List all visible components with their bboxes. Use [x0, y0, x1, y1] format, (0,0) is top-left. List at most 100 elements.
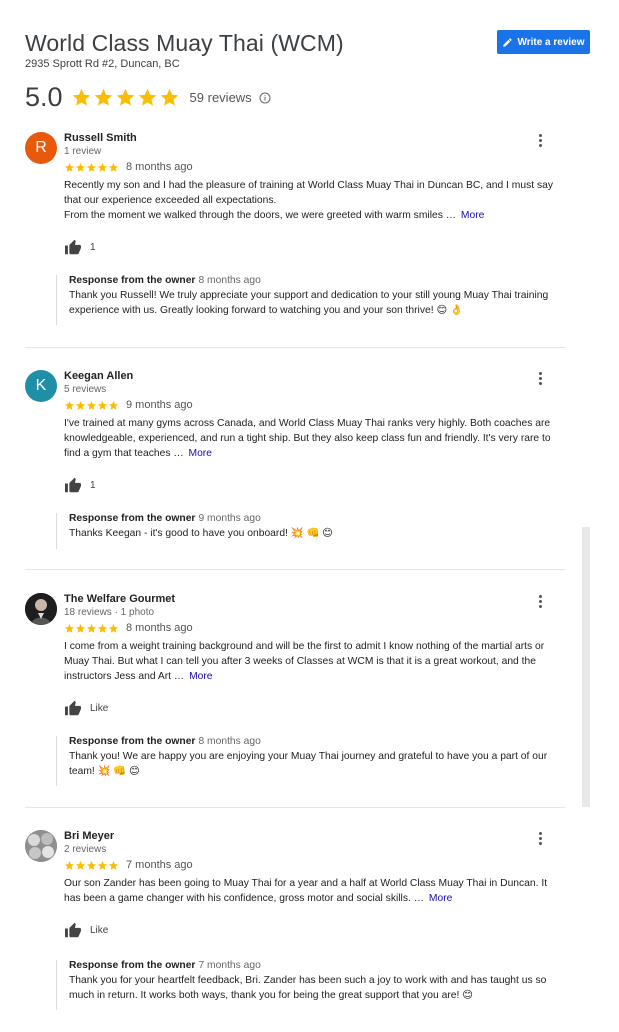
more-link[interactable]: More — [461, 210, 484, 221]
star-icon — [86, 400, 97, 410]
business-header: World Class Muay Thai (WCM) 2935 Sprott … — [25, 30, 595, 70]
owner-response-label: Response from the owner — [69, 275, 196, 286]
star-icon — [64, 623, 75, 633]
review-rating: 7 months ago — [64, 859, 193, 871]
like-count: 1 — [90, 479, 96, 491]
owner-response-date: 9 months ago — [198, 513, 261, 524]
star-icon — [75, 623, 86, 633]
owner-response-label: Response from the owner — [69, 960, 196, 971]
review-rating: 9 months ago — [64, 399, 193, 411]
more-link[interactable]: More — [189, 448, 212, 459]
owner-response-text: Thank you for your heartfelt feedback, B… — [69, 975, 547, 1001]
like-button[interactable]: 1 — [64, 239, 96, 255]
star-icon — [64, 860, 75, 870]
business-address: 2935 Sprott Rd #2, Duncan, BC — [25, 58, 180, 70]
owner-response-label: Response from the owner — [69, 736, 196, 747]
review-stars — [64, 623, 119, 634]
owner-response-date: 7 months ago — [198, 960, 261, 971]
like-button[interactable]: Like — [64, 700, 108, 716]
avatar[interactable]: R — [25, 132, 57, 164]
thumbs-up-icon — [65, 477, 81, 493]
star-icon — [108, 162, 119, 172]
divider — [25, 347, 565, 348]
review-rating: 8 months ago — [64, 622, 193, 634]
more-vert-icon[interactable] — [535, 372, 545, 388]
review-text-para: Recently my son and I had the pleasure o… — [64, 180, 553, 206]
star-icon — [94, 88, 112, 106]
star-icon — [75, 162, 86, 172]
review-date: 7 months ago — [126, 859, 193, 871]
reviewer-meta: 5 reviews — [64, 384, 107, 395]
avatar[interactable] — [25, 593, 57, 625]
reviewer-name[interactable]: Bri Meyer — [64, 830, 114, 842]
star-icon — [75, 860, 86, 870]
star-icon — [108, 400, 119, 410]
owner-response: Response from the owner 8 months ago Than… — [56, 736, 556, 786]
info-icon[interactable] — [259, 92, 271, 104]
review-count: 59 reviews — [189, 90, 252, 105]
reviewer-name[interactable]: Russell Smith — [64, 132, 137, 144]
reviewer-name[interactable]: Keegan Allen — [64, 370, 133, 382]
star-icon — [116, 88, 134, 106]
star-icon — [160, 88, 178, 106]
like-label: Like — [90, 702, 109, 714]
reviewer-meta: 1 review — [64, 146, 102, 157]
avatar[interactable]: K — [25, 370, 57, 402]
star-icon — [64, 400, 75, 410]
star-icon — [86, 162, 97, 172]
review-text: Our son Zander has been going to Muay Th… — [64, 876, 564, 906]
star-icon — [86, 623, 97, 633]
review-stars — [64, 400, 119, 411]
review-text-para: I've trained at many gyms across Canada,… — [64, 418, 551, 459]
owner-response-label: Response from the owner — [69, 513, 196, 524]
pencil-icon — [503, 37, 513, 47]
avatar-initial: R — [35, 139, 47, 156]
more-link[interactable]: More — [189, 671, 212, 682]
review-date: 9 months ago — [126, 399, 193, 411]
like-label: Like — [90, 924, 109, 936]
like-button[interactable]: 1 — [64, 477, 96, 493]
reviewer-meta: 18 reviews · 1 photo — [64, 607, 155, 618]
profile-photo — [25, 830, 57, 862]
profile-photo — [25, 593, 57, 625]
owner-response: Response from the owner 7 months ago Than… — [56, 960, 556, 1010]
review-date: 8 months ago — [126, 622, 193, 634]
review-rating: 8 months ago — [64, 161, 193, 173]
thumbs-up-icon — [65, 922, 81, 938]
avatar[interactable] — [25, 830, 57, 862]
star-icon — [86, 860, 97, 870]
review-text-para: I come from a weight training background… — [64, 641, 545, 682]
like-count: 1 — [90, 241, 96, 253]
owner-response-text: Thanks Keegan - it's good to have you on… — [69, 528, 333, 539]
owner-response: Response from the owner 9 months ago Than… — [56, 513, 556, 549]
reviewer-name[interactable]: The Welfare Gourmet — [64, 593, 175, 605]
star-icon — [97, 400, 108, 410]
review-text-para: From the moment we walked through the do… — [64, 210, 457, 221]
owner-response-date: 8 months ago — [198, 275, 261, 286]
star-icon — [138, 88, 156, 106]
star-icon — [108, 860, 119, 870]
more-link[interactable]: More — [429, 893, 452, 904]
write-review-button[interactable]: Write a review — [497, 30, 590, 54]
owner-response-text: Thank you Russell! We truly appreciate y… — [69, 290, 549, 316]
star-icon — [97, 162, 108, 172]
star-icon — [72, 88, 90, 106]
rating-summary: 5.0 59 reviews — [25, 82, 271, 113]
star-icon — [97, 623, 108, 633]
review-text: Recently my son and I had the pleasure o… — [64, 178, 564, 223]
star-icon — [64, 162, 75, 172]
review-text: I've trained at many gyms across Canada,… — [64, 416, 564, 461]
scrollbar-thumb[interactable] — [582, 527, 590, 807]
more-vert-icon[interactable] — [535, 832, 545, 848]
owner-response: Response from the owner 8 months ago Than… — [56, 275, 556, 325]
star-icon — [75, 400, 86, 410]
review-date: 8 months ago — [126, 161, 193, 173]
more-vert-icon[interactable] — [535, 595, 545, 611]
star-icon — [97, 860, 108, 870]
owner-response-text: Thank you! We are happy you are enjoying… — [69, 751, 548, 777]
write-review-label: Write a review — [517, 36, 585, 48]
rating-stars — [71, 87, 180, 108]
more-vert-icon[interactable] — [535, 134, 545, 150]
owner-response-date: 8 months ago — [198, 736, 261, 747]
like-button[interactable]: Like — [64, 922, 108, 938]
